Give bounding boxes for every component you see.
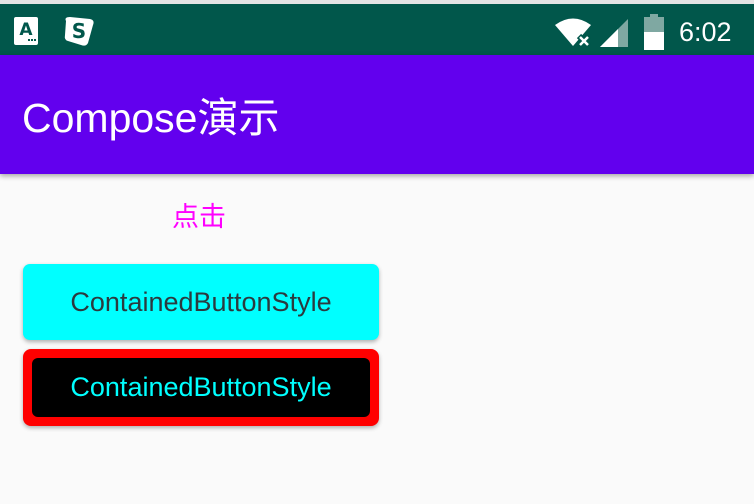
app-title: Compose演示 — [22, 95, 280, 141]
click-text[interactable]: 点击 — [172, 202, 226, 234]
notification-a-icon: A — [14, 17, 38, 45]
signal-icon — [600, 19, 628, 47]
status-bar: A S 6:02 — [0, 0, 754, 55]
notification-s-icon: S — [64, 17, 94, 46]
svg-text:A: A — [19, 20, 33, 40]
contained-button-cyan[interactable]: ContainedButtonStyle — [23, 264, 379, 340]
battery-icon — [644, 14, 664, 50]
status-clock: 6:02 — [679, 17, 732, 47]
top-app-bar: Compose演示 — [0, 55, 754, 174]
wifi-icon — [555, 18, 592, 49]
contained-button-outlined[interactable]: ContainedButtonStyle — [23, 349, 379, 426]
svg-text:S: S — [72, 19, 86, 43]
contained-button-outlined-label: ContainedButtonStyle — [32, 358, 370, 417]
